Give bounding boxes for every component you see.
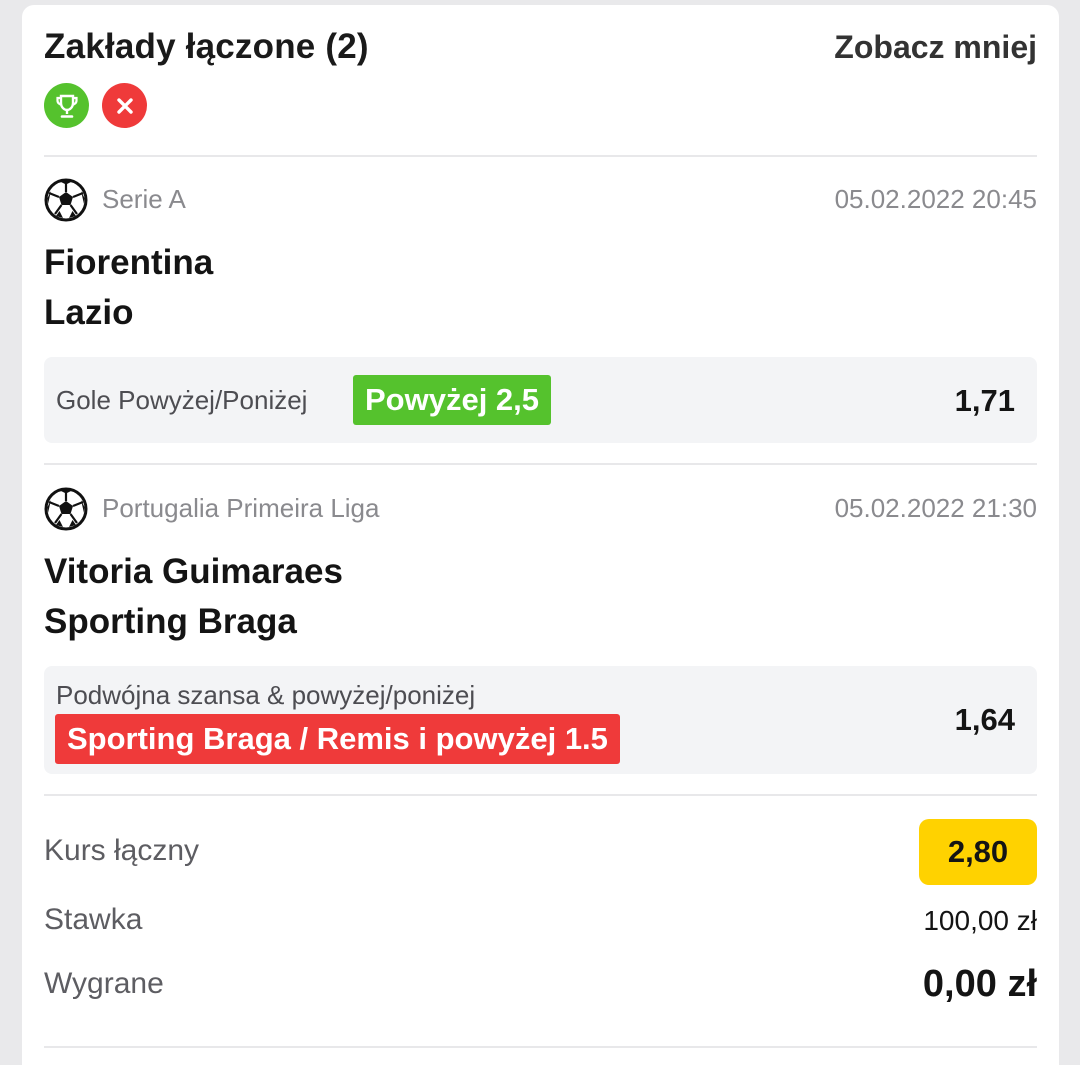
- divider: [44, 463, 1037, 465]
- selection-odds: 1,71: [954, 383, 1015, 418]
- event-header: Serie A 05.02.2022 20:45: [44, 178, 1037, 224]
- status-icons: [44, 83, 147, 128]
- stake-label: Stawka: [44, 903, 143, 936]
- divider: [44, 794, 1037, 796]
- divider: [44, 155, 1037, 157]
- home-team: Vitoria Guimaraes: [44, 552, 343, 591]
- home-team: Fiorentina: [44, 243, 214, 282]
- close-icon: [102, 83, 147, 128]
- away-team: Sporting Braga: [44, 602, 297, 641]
- bet-slip-header: Zakłady łączone (2) Zobacz mniej: [22, 5, 1059, 155]
- stake-value: 100,00 zł: [923, 905, 1037, 936]
- event-datetime: 05.02.2022 21:30: [834, 493, 1037, 523]
- see-less-button[interactable]: Zobacz mniej: [834, 29, 1037, 66]
- winnings-label: Wygrane: [44, 967, 164, 1000]
- league-name: Serie A: [102, 184, 186, 214]
- trophy-icon: [44, 83, 89, 128]
- total-odds-badge: 2,80: [919, 819, 1037, 885]
- selection-won-badge: Powyżej 2,5: [353, 375, 552, 425]
- market-name: Podwójna szansa & powyżej/poniżej: [56, 680, 476, 710]
- bet-selection-box: Podwójna szansa & powyżej/poniżej Sporti…: [44, 666, 1037, 774]
- bet-selection-box: Gole Powyżej/Poniżej Powyżej 2,5 1,71: [44, 357, 1037, 443]
- winnings-value: 0,00 zł: [922, 963, 1037, 1005]
- market-name: Gole Powyżej/Poniżej: [56, 385, 308, 415]
- soccer-ball-icon: [44, 487, 88, 531]
- league-name: Portugalia Primeira Liga: [102, 493, 380, 523]
- total-odds-label: Kurs łączny: [44, 834, 200, 867]
- divider: [44, 1046, 1037, 1048]
- bet-slip-card: Zakłady łączone (2) Zobacz mniej Serie A…: [22, 5, 1059, 1065]
- bet-slip-title: Zakłady łączone (2): [44, 27, 369, 66]
- away-team: Lazio: [44, 293, 134, 332]
- event-datetime: 05.02.2022 20:45: [834, 184, 1037, 214]
- selection-lost-badge: Sporting Braga / Remis i powyżej 1.5: [55, 714, 620, 764]
- soccer-ball-icon: [44, 178, 88, 222]
- selection-odds: 1,64: [954, 702, 1015, 737]
- event-header: Portugalia Primeira Liga 05.02.2022 21:3…: [44, 487, 1037, 533]
